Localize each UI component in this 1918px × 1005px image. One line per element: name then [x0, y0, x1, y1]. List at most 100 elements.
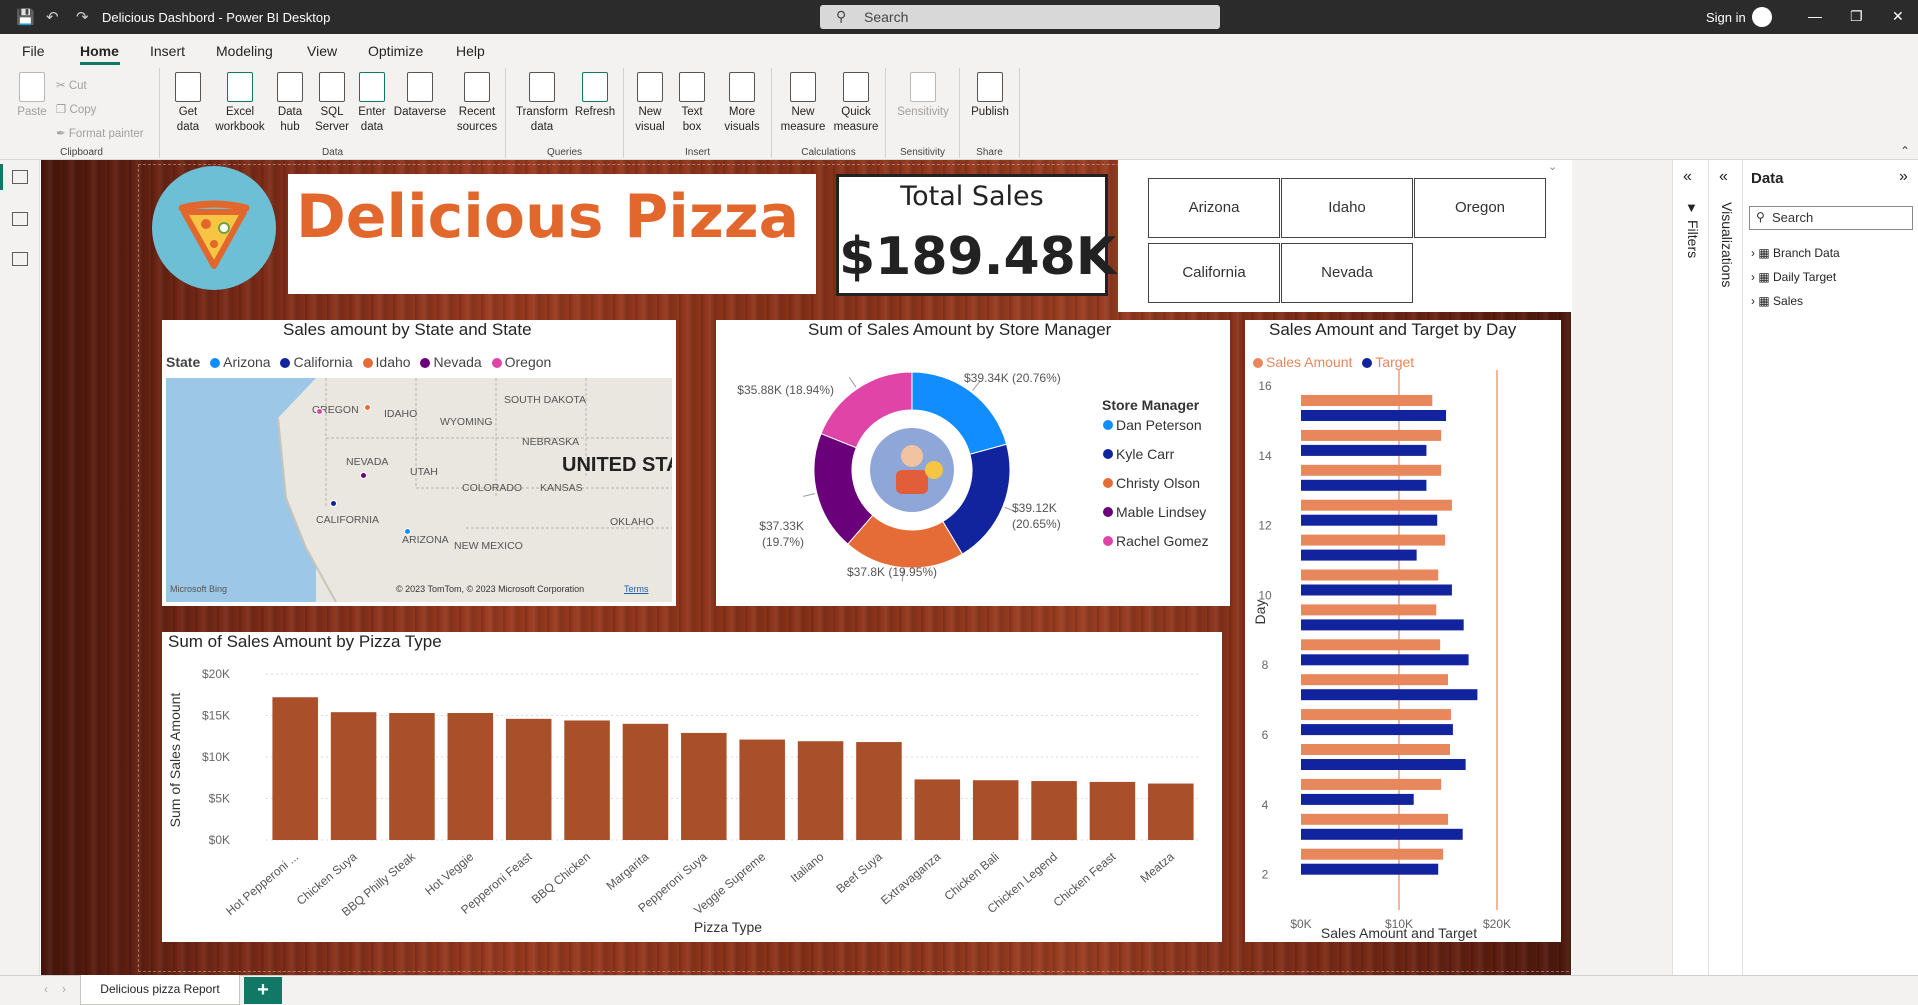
- bar: [505, 718, 552, 840]
- donut-legend-item: Rachel Gomez: [1116, 533, 1209, 549]
- new-visual-button[interactable]: New visual: [630, 72, 670, 135]
- collapse-ribbon-icon[interactable]: ⌃: [1900, 144, 1910, 158]
- page-tab-report[interactable]: Delicious pizza Report: [80, 975, 240, 1005]
- map-point-idaho[interactable]: [364, 404, 371, 411]
- visualizations-pane[interactable]: « Visualizations: [1708, 160, 1742, 975]
- table-sales[interactable]: › ▦ Sales: [1751, 294, 1803, 308]
- chevron-down-icon[interactable]: ⌄: [1548, 160, 1557, 173]
- model-view-icon[interactable]: [12, 252, 28, 266]
- bar: [739, 739, 785, 840]
- slicer-idaho[interactable]: Idaho: [1281, 178, 1413, 238]
- filters-pane[interactable]: « ▼ Filters: [1672, 160, 1708, 975]
- chart-icon: [637, 72, 663, 102]
- menu-view[interactable]: View: [307, 43, 337, 59]
- map-point-nevada[interactable]: [360, 472, 367, 479]
- donut-legend-item: Kyle Carr: [1116, 446, 1175, 462]
- map-point-arizona[interactable]: [404, 528, 411, 535]
- close-icon[interactable]: ✕: [1892, 8, 1904, 25]
- table-view-icon[interactable]: [12, 212, 28, 226]
- x-tick-label: Chicken Bali: [942, 850, 1002, 904]
- add-page-button[interactable]: +: [244, 977, 282, 1004]
- slicer-arizona[interactable]: Arizona: [1148, 178, 1280, 238]
- target-bar: [1301, 584, 1452, 596]
- collapse-data-icon[interactable]: »: [1899, 168, 1908, 186]
- donut-legend-item: Mable Lindsey: [1116, 504, 1206, 520]
- map-visual[interactable]: Sales amount by State and State State Ar…: [162, 320, 676, 606]
- avatar-icon[interactable]: [1752, 7, 1772, 27]
- undo-icon[interactable]: ↶: [46, 8, 59, 26]
- report-view-icon[interactable]: [12, 170, 28, 184]
- map-canvas[interactable]: SOUTH DAKOTA OREGON IDAHO WYOMING NEBRAS…: [166, 378, 672, 602]
- map-point-california[interactable]: [330, 500, 337, 507]
- recent-label: Recent sources: [456, 106, 498, 133]
- excel-workbook-button[interactable]: Excel workbook: [210, 72, 270, 135]
- minimize-icon[interactable]: —: [1808, 8, 1822, 24]
- transform-data-button[interactable]: Transform data: [514, 72, 570, 135]
- sensitivity-button[interactable]: Sensitivity: [892, 72, 954, 120]
- text-box-button[interactable]: Text box: [672, 72, 712, 135]
- refresh-button[interactable]: Refresh: [572, 72, 618, 120]
- table-daily-target[interactable]: › ▦ Daily Target: [1751, 270, 1836, 284]
- sign-in-link[interactable]: Sign in: [1706, 10, 1746, 25]
- slicer-nevada[interactable]: Nevada: [1281, 243, 1413, 303]
- cut-button[interactable]: ✂ Cut: [56, 78, 87, 92]
- copy-button[interactable]: ❐ Copy: [56, 102, 96, 116]
- menu-home[interactable]: Home: [80, 43, 119, 59]
- pizza-type-visual[interactable]: Sum of Sales Amount by Pizza Type $0K $5K…: [162, 632, 1222, 942]
- data-hub-button[interactable]: Data hub: [270, 72, 310, 135]
- sales-bar: [1301, 429, 1442, 441]
- collapse-filters-icon[interactable]: «: [1683, 168, 1692, 186]
- collapse-visualizations-icon[interactable]: «: [1719, 168, 1728, 186]
- search-input[interactable]: ⚲ Search: [820, 5, 1220, 29]
- prev-page-icon[interactable]: ‹: [44, 982, 48, 996]
- brand-title: Delicious Pizza: [296, 182, 800, 252]
- map-label: COLORADO: [462, 482, 523, 494]
- menu-optimize[interactable]: Optimize: [368, 43, 423, 59]
- menu-modeling[interactable]: Modeling: [216, 43, 273, 59]
- bar: [797, 741, 844, 840]
- clipboard-group-label: Clipboard: [60, 147, 103, 158]
- dataverse-button[interactable]: Dataverse: [390, 72, 450, 120]
- x-tick-label: Italiano: [788, 849, 827, 885]
- window-title: Delicious Dashbord - Power BI Desktop: [102, 10, 331, 25]
- refresh-icon: [582, 72, 608, 102]
- table-label: Branch Data: [1773, 246, 1840, 260]
- donut-visual[interactable]: Sum of Sales Amount by Store Manager $39…: [716, 320, 1230, 606]
- x-tick-label: $0K: [1290, 917, 1311, 931]
- sales-target-visual[interactable]: Sales Amount and Target by Day Sales Amo…: [1245, 320, 1561, 942]
- menu-insert[interactable]: Insert: [150, 43, 185, 59]
- bar: [972, 780, 1019, 840]
- table-branch-data[interactable]: › ▦ Branch Data: [1751, 246, 1840, 260]
- save-icon[interactable]: 💾: [16, 8, 35, 26]
- map-label: ARIZONA: [402, 534, 449, 546]
- new-measure-button[interactable]: New measure: [778, 72, 828, 135]
- paste-button[interactable]: Paste: [12, 72, 52, 120]
- slicer-california[interactable]: California: [1148, 243, 1280, 303]
- redo-icon[interactable]: ↷: [76, 8, 89, 26]
- more-visuals-button[interactable]: More visuals: [716, 72, 768, 135]
- terms-link[interactable]: Terms: [624, 584, 649, 594]
- share-group: Publish Share: [960, 68, 1020, 158]
- bar: [272, 697, 318, 840]
- map-label: IDAHO: [384, 408, 418, 420]
- bar: [914, 779, 961, 840]
- menu-help[interactable]: Help: [456, 43, 485, 59]
- x-tick-label: Beef Suya: [833, 849, 885, 896]
- data-search-input[interactable]: ⚲ Search: [1749, 206, 1913, 230]
- get-data-button[interactable]: Get data: [168, 72, 208, 135]
- sales-bar: [1301, 569, 1439, 581]
- format-painter-button[interactable]: ✒ Format painter: [56, 126, 144, 140]
- menu-file[interactable]: File: [22, 43, 45, 59]
- sql-server-button[interactable]: SQL Server: [312, 72, 352, 135]
- map-point-oregon[interactable]: [316, 408, 323, 415]
- next-page-icon[interactable]: ›: [62, 982, 66, 996]
- slicer-oregon[interactable]: Oregon: [1414, 178, 1546, 238]
- map-background: [166, 378, 672, 602]
- recent-sources-button[interactable]: Recent sources: [452, 72, 502, 135]
- publish-button[interactable]: Publish: [966, 72, 1014, 120]
- enter-data-button[interactable]: Enter data: [352, 72, 392, 135]
- quick-measure-button[interactable]: Quick measure: [830, 72, 882, 135]
- visualizations-label: Visualizations: [1719, 202, 1735, 288]
- total-sales-card[interactable]: Total Sales $189.48K: [836, 174, 1116, 296]
- restore-icon[interactable]: ❐: [1850, 8, 1863, 25]
